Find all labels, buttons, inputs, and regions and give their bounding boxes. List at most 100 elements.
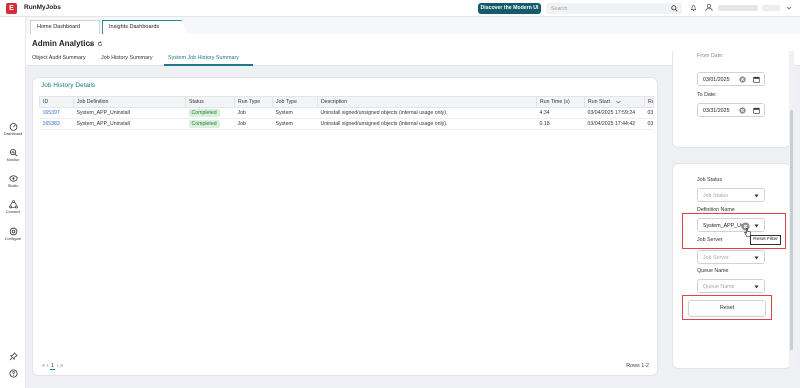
column-header[interactable]: Run Time (s)	[536, 96, 585, 108]
status-cell: Completed	[185, 118, 235, 130]
job-server-select[interactable]: Job Server	[697, 250, 765, 264]
job-filter-panel: Job Status Job Status Definition Name Sy…	[672, 163, 791, 369]
user-icon[interactable]	[705, 3, 713, 12]
dropdown-arrow-icon	[754, 285, 759, 289]
search-placeholder: Search	[551, 5, 568, 12]
job-status-select[interactable]: Job Status	[697, 188, 765, 202]
run-time-cell: 0.18	[536, 118, 585, 130]
queue-name-label: Queue Name	[697, 268, 729, 274]
first-page-button[interactable]: «	[42, 363, 45, 369]
description-cell: Uninstall signed/unsigned objects (inter…	[317, 118, 537, 130]
clear-icon[interactable]	[739, 107, 746, 114]
highlight-definition-name	[682, 213, 786, 249]
job-status-placeholder: Job Status	[703, 192, 729, 199]
nav-label: Studio	[7, 184, 19, 188]
active-subtab-indicator	[164, 64, 253, 66]
dashboard-tabs: Home Dashboard Insights Dashboards	[26, 17, 800, 34]
app-title: RunMyJobs	[24, 4, 61, 11]
user-name-redacted	[718, 5, 758, 11]
clear-icon[interactable]	[739, 76, 746, 83]
nav-pin[interactable]	[0, 352, 26, 361]
table-header-row: ID Job Definition Status Run Type Job Ty…	[39, 96, 654, 108]
dashboard-icon	[9, 123, 17, 131]
queue-name-select[interactable]: Queue Name	[697, 279, 765, 293]
subtab-system-job-history-summary[interactable]: System Job History Summary	[168, 55, 239, 61]
top-bar: E RunMyJobs Discover the Modern UI Searc…	[0, 0, 800, 17]
column-header-sorted[interactable]: Run Start	[584, 96, 645, 108]
scrollbar-thumb[interactable]	[790, 110, 793, 350]
nav-configure[interactable]: Configure	[0, 227, 26, 241]
job-history-table: ID Job Definition Status Run Type Job Ty…	[39, 96, 654, 130]
from-date-value: 03/01/2025	[703, 76, 730, 83]
discover-modern-ui-button[interactable]: Discover the Modern UI	[478, 3, 541, 14]
job-id-link[interactable]: 165397	[39, 107, 74, 119]
prev-page-button[interactable]: ‹	[47, 363, 49, 369]
run-end-cell: 03	[644, 107, 654, 119]
table-row[interactable]: 165397 System_APP_Uninstall Completed Jo…	[39, 107, 654, 119]
tab-home-dashboard[interactable]: Home Dashboard	[30, 20, 100, 34]
to-date-label: To Date:	[697, 92, 717, 98]
status-cell: Completed	[185, 107, 235, 119]
column-header[interactable]: Job Type	[272, 96, 318, 108]
column-header[interactable]: Job Definition	[73, 96, 186, 108]
queue-name-placeholder: Queue Name	[703, 283, 735, 290]
nav-label: Dashboard	[3, 132, 23, 136]
run-start-cell: 03/04/2025 17:59:24	[584, 107, 645, 119]
to-date-input[interactable]: 03/31/2025	[697, 103, 765, 117]
column-header-label: Run Start	[588, 99, 610, 105]
run-type-cell: Job	[234, 107, 273, 119]
panel-title: Job History Details	[41, 82, 96, 89]
job-status-label: Job Status	[697, 177, 723, 183]
chevron-down-icon[interactable]	[88, 42, 93, 47]
sort-descending-icon[interactable]	[616, 100, 621, 104]
left-navigation: Dashboard Monitor Studio Connect Configu…	[0, 17, 26, 388]
job-id-link[interactable]: 165383	[39, 118, 74, 130]
nav-monitor[interactable]: Monitor	[0, 148, 26, 162]
column-header[interactable]: Ru	[644, 96, 654, 108]
nav-dashboard[interactable]: Dashboard	[0, 122, 26, 136]
search-icon[interactable]	[671, 4, 678, 12]
connect-icon	[8, 200, 18, 209]
dropdown-arrow-icon	[754, 194, 759, 198]
job-definition-cell: System_APP_Uninstall	[73, 118, 186, 130]
current-page[interactable]: 1	[49, 363, 56, 370]
bell-icon[interactable]	[690, 4, 697, 12]
nav-help[interactable]	[0, 369, 26, 378]
subtab-object-audit-summary[interactable]: Object Audit Summary	[32, 55, 86, 61]
table-row[interactable]: 165383 System_APP_Uninstall Completed Jo…	[39, 118, 654, 130]
next-page-button[interactable]: ›	[57, 363, 59, 369]
calendar-icon[interactable]	[753, 76, 760, 83]
column-header[interactable]: Run Type	[234, 96, 273, 108]
pagination: « ‹ 1 › »	[42, 363, 63, 370]
page-title[interactable]: Admin Analytics	[32, 39, 94, 48]
from-date-label: From Date:	[697, 53, 724, 59]
chevron-down-icon[interactable]	[786, 5, 792, 11]
job-history-panel: Job History Details ID Job Definition St…	[32, 77, 658, 376]
search-input[interactable]: Search	[546, 3, 682, 14]
job-type-cell: System	[272, 107, 318, 119]
column-header[interactable]: Status	[185, 96, 235, 108]
run-time-cell: 4.34	[536, 107, 585, 119]
calendar-icon[interactable]	[753, 107, 760, 114]
job-definition-cell: System_APP_Uninstall	[73, 107, 186, 119]
tab-insights-dashboards[interactable]: Insights Dashboards	[102, 20, 188, 34]
user-role-redacted	[762, 5, 780, 11]
monitor-icon	[9, 148, 17, 157]
description-cell: Uninstall signed/unsigned objects (inter…	[317, 107, 537, 119]
job-server-placeholder: Job Server	[703, 254, 729, 261]
subtab-job-history-summary[interactable]: Job History Summary	[101, 55, 153, 61]
column-header[interactable]: Description	[317, 96, 537, 108]
column-header[interactable]: ID	[39, 96, 74, 108]
pin-icon	[9, 352, 18, 361]
nav-label: Connect	[5, 210, 21, 214]
nav-connect[interactable]: Connect	[0, 200, 26, 214]
nav-studio[interactable]: Studio	[0, 174, 26, 188]
to-date-value: 03/31/2025	[703, 107, 730, 114]
rows-count: Rows 1-2	[626, 363, 649, 369]
app-logo[interactable]: E	[6, 3, 17, 14]
nav-label: Configure	[4, 237, 22, 241]
from-date-input[interactable]: 03/01/2025	[697, 72, 765, 86]
last-page-button[interactable]: »	[60, 363, 63, 369]
refresh-icon[interactable]	[97, 41, 103, 47]
dropdown-arrow-icon	[754, 256, 759, 260]
